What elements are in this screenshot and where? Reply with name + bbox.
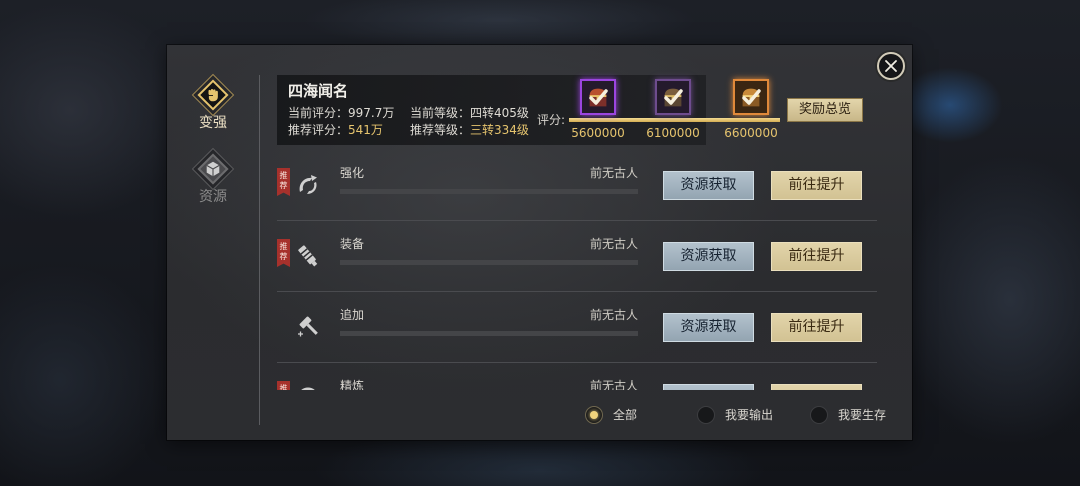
score-progress-bar [569, 118, 780, 122]
tab-strengthen-label: 变强 [199, 115, 227, 131]
filter-damage[interactable]: 我要输出 [697, 406, 779, 424]
recommended-score-value: 541万 [348, 123, 383, 137]
list-item-addition: 追加 前无古人 资源获取 前往提升 [277, 292, 877, 363]
current-score: 当前评分：997.7万 [288, 106, 394, 120]
score-progress-label: 评分: [537, 113, 566, 127]
current-score-value: 997.7万 [348, 106, 395, 120]
filter-survival[interactable]: 我要生存 [810, 406, 892, 424]
current-level-label: 当前等级： [410, 106, 471, 120]
check-icon [742, 89, 761, 105]
current-level-value: 四转405级 [470, 106, 529, 120]
item-status: 前无古人 [589, 166, 638, 180]
list-item-enhance: 推荐 强化 前无古人 资源获取 前往提升 [277, 150, 877, 221]
check-icon [664, 89, 683, 105]
tab-strengthen[interactable]: 变强 [188, 72, 238, 134]
reward-milestone-1[interactable] [580, 79, 616, 115]
go-upgrade-button[interactable]: 前往提升 [771, 313, 862, 342]
close-icon [885, 60, 897, 72]
reward-milestone-2[interactable] [655, 79, 691, 115]
equipment-icon [298, 245, 318, 267]
milestone-value-3: 6600000 [724, 126, 778, 140]
recommended-score: 推荐评分：541万 [288, 123, 383, 137]
go-upgrade-button[interactable]: 前往提升 [771, 171, 862, 200]
acquire-resources-button[interactable] [663, 384, 754, 390]
summary-title: 四海闻名 [288, 82, 349, 100]
acquire-resources-button[interactable]: 资源获取 [663, 242, 754, 271]
acquire-resources-button[interactable]: 资源获取 [663, 171, 754, 200]
filter-label: 我要生存 [838, 408, 887, 422]
current-score-label: 当前评分： [288, 106, 349, 120]
go-upgrade-button[interactable]: 前往提升 [771, 242, 862, 271]
item-status: 前无古人 [589, 308, 638, 322]
close-button[interactable] [877, 52, 905, 80]
list-item-refine: 推荐 精炼 前无古人 [277, 363, 877, 390]
sidebar-divider [259, 75, 260, 425]
list-item-equipment: 推荐 装备 前无古人 资源获取 前往提升 [277, 221, 877, 292]
recommended-level-label: 推荐等级： [410, 123, 471, 137]
fist-icon [208, 88, 218, 102]
tab-resources[interactable]: 资源 [188, 146, 238, 208]
reward-overview-button[interactable]: 奖励总览 [787, 98, 863, 122]
recommend-badge: 推荐 [277, 239, 290, 267]
check-icon [589, 89, 608, 105]
score-progress-fill [569, 118, 780, 122]
recommended-level-value: 三转334级 [470, 123, 529, 137]
upgrade-list[interactable]: 推荐 强化 前无古人 资源获取 前往提升 推荐 装备 前无古人 资源获取 前往提… [277, 150, 877, 390]
radio-button[interactable] [697, 406, 715, 424]
item-progress-bar [340, 189, 638, 194]
box-icon [206, 161, 220, 177]
strengthen-panel: 变强 资源 四海闻名 当前评分：997.7万 当前等级：四转405级 推荐评分：… [167, 45, 912, 440]
recommend-badge: 推荐 [277, 168, 290, 196]
acquire-resources-button[interactable]: 资源获取 [663, 313, 754, 342]
radio-button[interactable] [585, 406, 603, 424]
item-progress-bar [340, 260, 638, 265]
current-level: 当前等级：四转405级 [410, 106, 529, 120]
recommend-badge: 推荐 [277, 381, 290, 390]
recommended-score-label: 推荐评分： [288, 123, 349, 137]
hammer-icon [298, 316, 318, 337]
item-status: 前无古人 [589, 379, 638, 390]
radio-button[interactable] [810, 406, 828, 424]
filter-all[interactable]: 全部 [585, 406, 645, 424]
tab-resources-label: 资源 [199, 189, 227, 205]
filter-label: 我要输出 [725, 408, 774, 422]
reward-milestone-3[interactable] [733, 79, 769, 115]
item-progress-bar [340, 331, 638, 336]
refine-icon [301, 387, 315, 390]
radio-dot [590, 411, 598, 419]
milestone-value-2: 6100000 [646, 126, 700, 140]
recommended-level: 推荐等级：三转334级 [410, 123, 529, 137]
item-status: 前无古人 [589, 237, 638, 251]
enhance-icon [299, 175, 317, 194]
milestone-value-1: 5600000 [571, 126, 625, 140]
go-upgrade-button[interactable] [771, 384, 862, 390]
filter-label: 全部 [613, 408, 638, 422]
